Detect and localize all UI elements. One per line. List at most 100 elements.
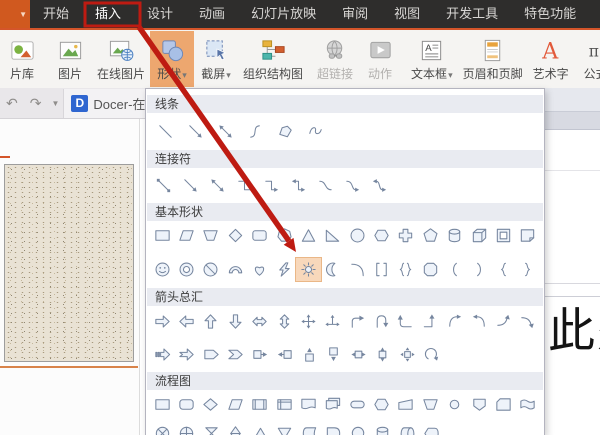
docer-tab[interactable]: D Docer-在线素材 bbox=[63, 89, 145, 118]
shape-u-turn-arrow[interactable] bbox=[369, 310, 393, 333]
shape-trapezoid[interactable] bbox=[199, 224, 223, 247]
shape-sequential-access[interactable] bbox=[346, 422, 371, 435]
slide-thumbnail[interactable] bbox=[4, 164, 134, 362]
shape-terminator[interactable] bbox=[345, 393, 369, 416]
shape-up-down-arrow-callout[interactable] bbox=[371, 343, 396, 366]
shape-line-double-arrow[interactable] bbox=[210, 120, 240, 143]
ribbon-button-公式[interactable]: π公式 bbox=[574, 31, 600, 87]
undo-icon[interactable]: ↶ bbox=[0, 88, 24, 118]
shape-right-arrow-callout[interactable] bbox=[248, 343, 273, 366]
shape-right-triangle[interactable] bbox=[321, 224, 345, 247]
shape-freeform[interactable] bbox=[270, 120, 300, 143]
shape-punched-tape[interactable] bbox=[516, 393, 540, 416]
shape-conn-curved-double[interactable] bbox=[366, 174, 393, 197]
shape-document[interactable] bbox=[296, 393, 320, 416]
shape-curved-down-arrow[interactable] bbox=[516, 310, 540, 333]
shape-hexagon[interactable] bbox=[369, 224, 393, 247]
ribbon-button-组织结构图[interactable]: 组织结构图 bbox=[238, 31, 308, 87]
menu-tab-动画[interactable]: 动画 bbox=[186, 0, 238, 28]
shape-left-right-arrow-callout[interactable] bbox=[346, 343, 371, 366]
shape-decision[interactable] bbox=[199, 393, 223, 416]
shape-can[interactable] bbox=[443, 224, 467, 247]
shape-internal-storage[interactable] bbox=[272, 393, 296, 416]
shape-cross[interactable] bbox=[394, 224, 418, 247]
shape-cube[interactable] bbox=[467, 224, 491, 247]
ribbon-button-形状[interactable]: 形状▾ bbox=[150, 31, 194, 87]
shape-down-arrow-callout[interactable] bbox=[322, 343, 347, 366]
shape-donut[interactable] bbox=[174, 258, 198, 281]
shape-conn-curved-arrow[interactable] bbox=[339, 174, 366, 197]
shape-octagon[interactable] bbox=[418, 258, 442, 281]
shape-conn-elbow-double[interactable] bbox=[285, 174, 312, 197]
shape-arc[interactable] bbox=[345, 258, 369, 281]
shape-alternate-process[interactable] bbox=[174, 393, 198, 416]
shape-arrow-left-right[interactable] bbox=[248, 310, 272, 333]
shape-double-bracket[interactable] bbox=[369, 258, 393, 281]
shape-parallelogram[interactable] bbox=[174, 224, 198, 247]
shape-block-arc[interactable] bbox=[223, 258, 247, 281]
menu-tab-设计[interactable]: 设计 bbox=[134, 0, 186, 28]
shape-bent-up-arrow[interactable] bbox=[418, 310, 442, 333]
shape-predefined-process[interactable] bbox=[248, 393, 272, 416]
shape-sun[interactable] bbox=[296, 258, 320, 281]
shape-line[interactable] bbox=[150, 120, 180, 143]
shape-manual-input[interactable] bbox=[394, 393, 418, 416]
shape-summing-junction[interactable] bbox=[175, 422, 200, 435]
shape-triangle[interactable] bbox=[296, 224, 320, 247]
shape-arrow-down[interactable] bbox=[223, 310, 247, 333]
shape-stored-data[interactable] bbox=[297, 422, 322, 435]
shape-quad-arrow-callout[interactable] bbox=[395, 343, 420, 366]
shape-conn-elbow-arrow[interactable] bbox=[258, 174, 285, 197]
shape-direct-access[interactable] bbox=[395, 422, 420, 435]
shape-arrow-right[interactable] bbox=[150, 310, 174, 333]
shape-curved-right-arrow[interactable] bbox=[443, 310, 467, 333]
shape-left-up-arrow[interactable] bbox=[394, 310, 418, 333]
ribbon-button-截屏[interactable]: 截屏▾ bbox=[194, 31, 238, 87]
shape-scribble[interactable] bbox=[300, 120, 330, 143]
shape-preparation[interactable] bbox=[369, 393, 393, 416]
shape-circular-arrow[interactable] bbox=[420, 343, 445, 366]
ribbon-button-片库[interactable]: 片库 bbox=[0, 31, 44, 87]
shape-curve[interactable] bbox=[240, 120, 270, 143]
shape-arrow-up[interactable] bbox=[199, 310, 223, 333]
shape-display[interactable] bbox=[420, 422, 445, 435]
shape-no-symbol[interactable] bbox=[199, 258, 223, 281]
menu-tab-开始[interactable]: 开始 bbox=[30, 0, 82, 28]
shape-smiley[interactable] bbox=[150, 258, 174, 281]
undo-history-caret-icon[interactable]: ▼ bbox=[47, 99, 63, 108]
shape-card[interactable] bbox=[491, 393, 515, 416]
shape-curved-left-arrow[interactable] bbox=[467, 310, 491, 333]
shape-arrow-left[interactable] bbox=[174, 310, 198, 333]
shape-extract[interactable] bbox=[248, 422, 273, 435]
shape-conn-curved[interactable] bbox=[312, 174, 339, 197]
shape-pentagon[interactable] bbox=[418, 224, 442, 247]
menu-tab-幻灯片放映[interactable]: 幻灯片放映 bbox=[238, 0, 329, 28]
shape-multidocument[interactable] bbox=[321, 393, 345, 416]
shape-conn-arrow[interactable] bbox=[177, 174, 204, 197]
shape-folded-corner[interactable] bbox=[516, 224, 540, 247]
shape-lightning[interactable] bbox=[272, 258, 296, 281]
menu-tab-特色功能[interactable]: 特色功能 bbox=[511, 0, 589, 28]
shape-left-bracket[interactable] bbox=[443, 258, 467, 281]
ribbon-button-图片[interactable]: 图片 bbox=[48, 31, 92, 87]
shape-right-brace[interactable] bbox=[516, 258, 540, 281]
ribbon-button-在线图片[interactable]: 在线图片 bbox=[92, 31, 150, 87]
shape-rectangle[interactable] bbox=[150, 224, 174, 247]
menu-tab-插入[interactable]: 插入 bbox=[82, 0, 134, 28]
shape-moon[interactable] bbox=[321, 258, 345, 281]
shape-heart[interactable] bbox=[248, 258, 272, 281]
shape-frame[interactable] bbox=[491, 224, 515, 247]
shape-heptagon[interactable] bbox=[272, 224, 296, 247]
shape-data[interactable] bbox=[223, 393, 247, 416]
shape-pentagon-arrow[interactable] bbox=[199, 343, 224, 366]
menu-tab-审阅[interactable]: 审阅 bbox=[329, 0, 381, 28]
shape-conn-straight[interactable] bbox=[150, 174, 177, 197]
shape-up-arrow-callout[interactable] bbox=[297, 343, 322, 366]
shape-off-page-connector[interactable] bbox=[467, 393, 491, 416]
shape-chevron-arrow[interactable] bbox=[224, 343, 249, 366]
menu-tab-开发工具[interactable]: 开发工具 bbox=[433, 0, 511, 28]
shape-left-arrow-callout[interactable] bbox=[273, 343, 298, 366]
shape-arrow-left-right-up[interactable] bbox=[321, 310, 345, 333]
shape-connector[interactable] bbox=[443, 393, 467, 416]
shape-left-brace[interactable] bbox=[491, 258, 515, 281]
